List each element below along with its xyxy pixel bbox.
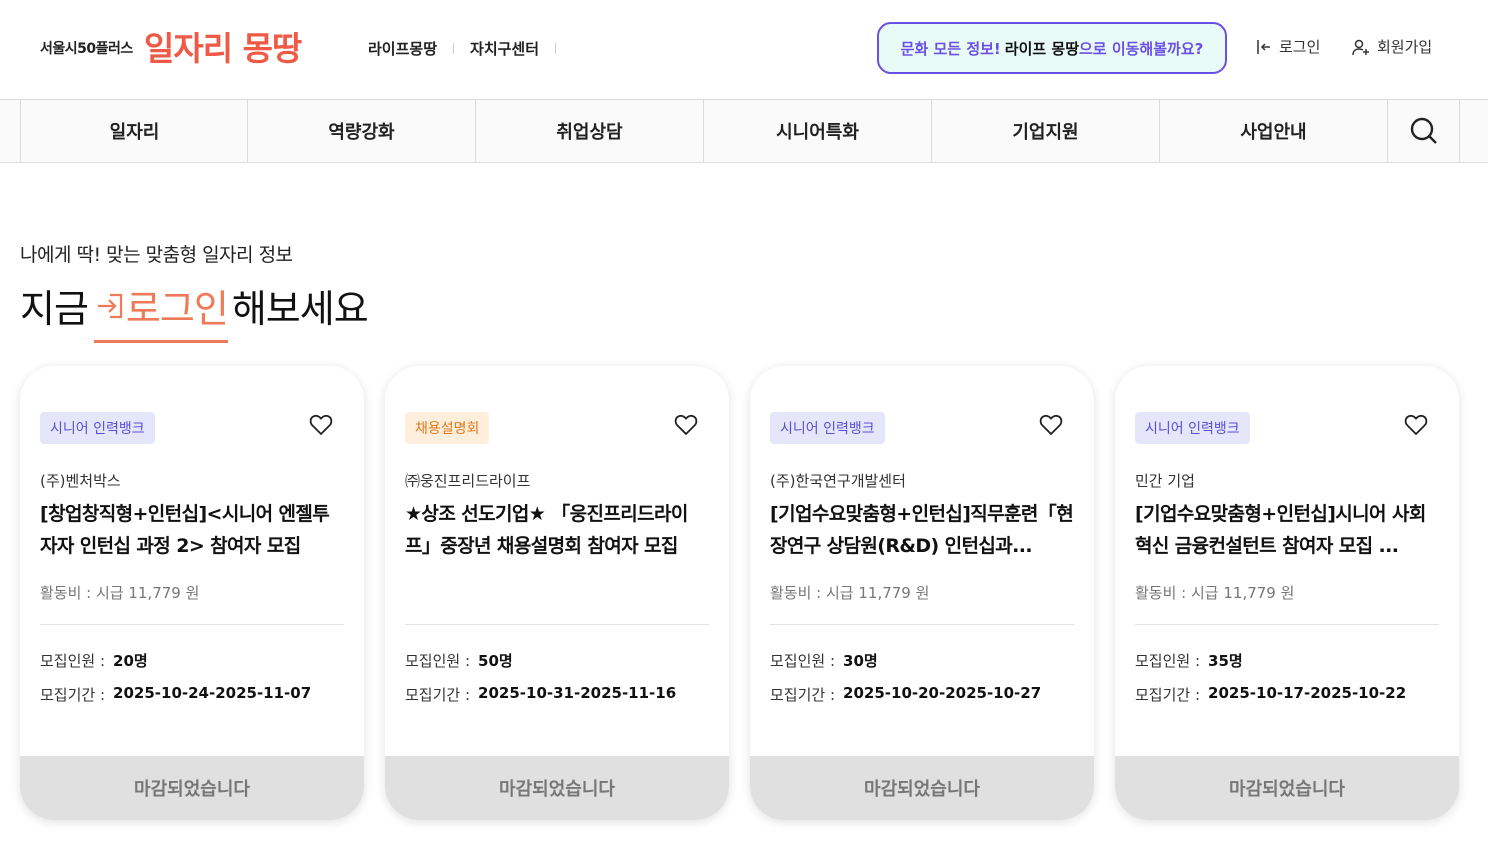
- recruit-count-label: 모집인원 :: [40, 652, 106, 670]
- card-divider: [1135, 624, 1439, 625]
- promo-text-2: 라이프 몽땅: [1004, 39, 1079, 58]
- closed-status-button[interactable]: 마감되었습니다: [750, 756, 1094, 820]
- top-nav: 라이프몽땅 자치구센터: [368, 38, 572, 59]
- job-card[interactable]: 채용설명회 ㈜웅진프리드라이프 ★상조 선도기업★ 「웅진프리드라이프」중장년 …: [385, 366, 729, 820]
- join-link[interactable]: 회원가입: [1351, 36, 1432, 57]
- hero-title: 지금 로그인 해보세요: [20, 278, 369, 343]
- closed-status-button[interactable]: 마감되었습니다: [385, 756, 729, 820]
- heart-icon[interactable]: [308, 412, 334, 438]
- recruit-count-label: 모집인원 :: [405, 652, 471, 670]
- recruit-count-value: 50명: [478, 652, 513, 670]
- join-label: 회원가입: [1377, 38, 1433, 56]
- recruit-period-value: 2025-10-20-2025-10-27: [843, 684, 1042, 702]
- recruit-count-label: 모집인원 :: [1135, 652, 1201, 670]
- recruit-count-label: 모집인원 :: [770, 652, 836, 670]
- company-name: (주)벤처박스: [40, 472, 121, 490]
- category-badge: 채용설명회: [405, 412, 490, 444]
- category-nav: 일자리 역량강화 취업상담 시니어특화 기업지원 사업안내: [0, 99, 1488, 163]
- promo-text-3: 으로 이동해볼까요?: [1079, 39, 1204, 58]
- recruit-period: 모집기간 : 2025-10-24-2025-11-07: [40, 684, 311, 705]
- job-title[interactable]: [창업창직형+인턴십]<시니어 엔젤투자자 인턴십 과정 2> 참여자 모집: [40, 498, 346, 562]
- heart-icon[interactable]: [1403, 412, 1429, 438]
- login-icon: [97, 293, 123, 318]
- category-business[interactable]: 기업지원: [931, 100, 1159, 162]
- recruit-period-value: 2025-10-24-2025-11-07: [113, 684, 312, 702]
- category-skills[interactable]: 역량강화: [247, 100, 475, 162]
- job-card[interactable]: 시니어 인력뱅크 (주)벤처박스 [창업창직형+인턴십]<시니어 엔젤투자자 인…: [20, 366, 364, 820]
- recruit-period-label: 모집기간 :: [405, 686, 471, 704]
- recruit-period: 모집기간 : 2025-10-31-2025-11-16: [405, 684, 676, 705]
- hero-subtitle: 나에게 딱! 맞는 맞춤형 일자리 정보: [20, 244, 293, 266]
- hero-title-prefix: 지금: [20, 287, 89, 331]
- user-plus-icon: [1352, 39, 1369, 55]
- nav-divider: [453, 43, 455, 54]
- category-guide[interactable]: 사업안내: [1159, 100, 1387, 162]
- company-name: ㈜웅진프리드라이프: [405, 472, 531, 490]
- login-link[interactable]: 로그인: [1255, 36, 1320, 57]
- recruit-period-value: 2025-10-17-2025-10-22: [1208, 684, 1407, 702]
- nav-divider: [555, 43, 557, 54]
- job-title[interactable]: [기업수요맞춤형+인턴십]시니어 사회혁신 금융컨설턴트 참여자 모집 ...: [1135, 498, 1441, 562]
- closed-status-button[interactable]: 마감되었습니다: [20, 756, 364, 820]
- logo[interactable]: 일자리 몽땅: [144, 22, 302, 70]
- promo-banner-button[interactable]: 문화 모든 정보! 라이프 몽땅 으로 이동해볼까요?: [877, 22, 1227, 74]
- job-title[interactable]: [기업수요맞춤형+인턴십]직무훈련「현장연구 상담원(R&D) 인턴십과...: [770, 498, 1076, 562]
- heart-icon[interactable]: [1038, 412, 1064, 438]
- recruit-period: 모집기간 : 2025-10-20-2025-10-27: [770, 684, 1041, 705]
- job-pay: 활동비 : 시급 11,779 원: [40, 584, 200, 602]
- company-name: 민간 기업: [1135, 472, 1195, 490]
- search-button[interactable]: [1387, 100, 1460, 162]
- card-divider: [40, 624, 344, 625]
- recruit-count-value: 30명: [843, 652, 878, 670]
- recruit-period-label: 모집기간 :: [1135, 686, 1201, 704]
- heart-icon[interactable]: [673, 412, 699, 438]
- card-divider: [770, 624, 1074, 625]
- recruit-count: 모집인원 : 30명: [770, 650, 878, 671]
- promo-text-1: 문화 모든 정보!: [900, 39, 1001, 58]
- hero-login-link[interactable]: 로그인: [93, 278, 229, 343]
- category-badge: 시니어 인력뱅크: [40, 412, 155, 444]
- closed-status-button[interactable]: 마감되었습니다: [1115, 756, 1459, 820]
- category-jobs[interactable]: 일자리: [20, 100, 248, 162]
- recruit-count: 모집인원 : 20명: [40, 650, 148, 671]
- recruit-count-value: 20명: [113, 652, 148, 670]
- job-title[interactable]: ★상조 선도기업★ 「웅진프리드라이프」중장년 채용설명회 참여자 모집: [405, 498, 711, 562]
- job-card[interactable]: 시니어 인력뱅크 민간 기업 [기업수요맞춤형+인턴십]시니어 사회혁신 금융컨…: [1115, 366, 1459, 820]
- card-divider: [405, 624, 709, 625]
- category-senior[interactable]: 시니어특화: [703, 100, 931, 162]
- job-pay: 활동비 : 시급 11,779 원: [770, 584, 930, 602]
- category-consulting[interactable]: 취업상담: [475, 100, 703, 162]
- site-header: 서울시50플러스 일자리 몽땅 라이프몽땅 자치구센터 문화 모든 정보! 라이…: [0, 0, 1488, 100]
- recruit-period-label: 모집기간 :: [40, 686, 106, 704]
- hero-title-suffix: 해보세요: [231, 287, 369, 331]
- hero-login-text: 로그인: [125, 287, 229, 331]
- company-name: (주)한국연구개발센터: [770, 472, 906, 490]
- login-label: 로그인: [1279, 38, 1321, 56]
- recruit-period: 모집기간 : 2025-10-17-2025-10-22: [1135, 684, 1406, 705]
- recruit-count: 모집인원 : 50명: [405, 650, 513, 671]
- job-pay: 활동비 : 시급 11,779 원: [1135, 584, 1295, 602]
- login-icon: [1257, 39, 1270, 54]
- job-card[interactable]: 시니어 인력뱅크 (주)한국연구개발센터 [기업수요맞춤형+인턴십]직무훈련「현…: [750, 366, 1094, 820]
- category-badge: 시니어 인력뱅크: [1135, 412, 1250, 444]
- recruit-period-label: 모집기간 :: [770, 686, 836, 704]
- category-badge: 시니어 인력뱅크: [770, 412, 885, 444]
- top-nav-life[interactable]: 라이프몽땅: [368, 38, 437, 59]
- top-nav-district[interactable]: 자치구센터: [470, 38, 539, 59]
- search-icon: [1410, 117, 1437, 144]
- recruit-count-value: 35명: [1208, 652, 1243, 670]
- recruit-period-value: 2025-10-31-2025-11-16: [478, 684, 677, 702]
- logo-subtitle[interactable]: 서울시50플러스: [40, 38, 133, 58]
- recruit-count: 모집인원 : 35명: [1135, 650, 1243, 671]
